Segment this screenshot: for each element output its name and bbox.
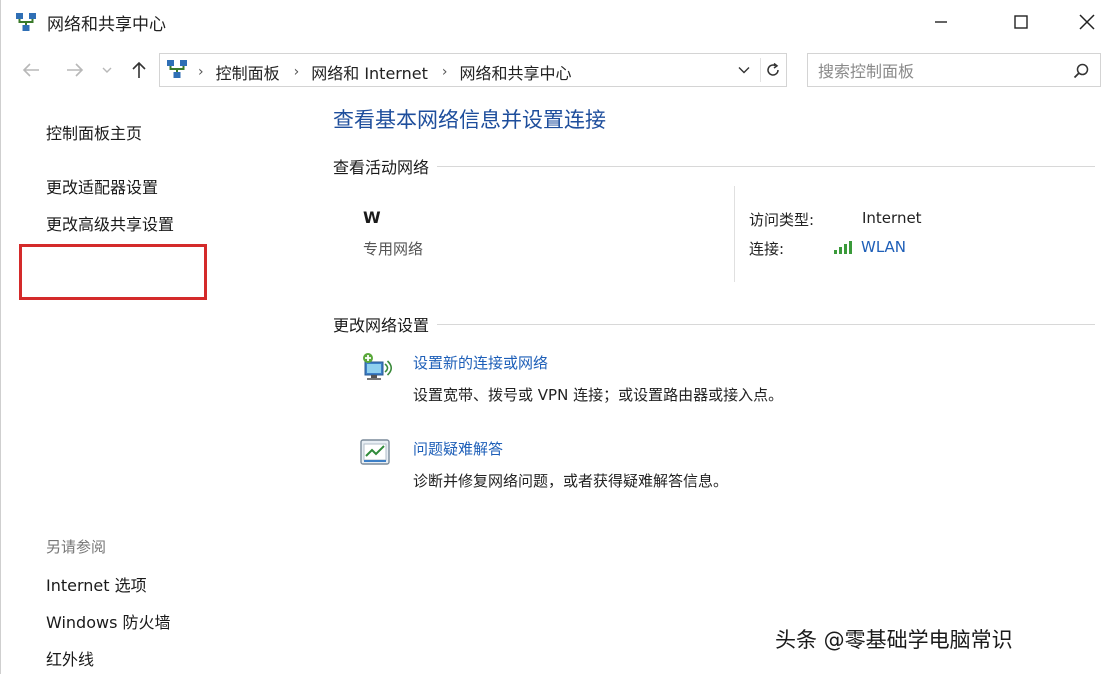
network-type[interactable]: 专用网络 [363, 238, 423, 259]
page-title: 查看基本网络信息并设置连接 [333, 108, 606, 132]
access-type-label: 访问类型: [749, 211, 815, 229]
watermark: 头条 @零基础学电脑常识 [775, 628, 1013, 652]
chevron-down-icon [102, 67, 112, 73]
control-panel-home-link[interactable]: 控制面板主页 [46, 120, 142, 144]
setup-new-connection-description: 设置宽带、拨号或 VPN 连接；或设置路由器或接入点。 [413, 386, 784, 404]
breadcrumb-network-internet[interactable]: 网络和 Internet [311, 60, 428, 84]
breadcrumb-chevron-icon[interactable]: › [198, 64, 204, 80]
close-icon [1079, 14, 1095, 30]
minimize-icon [935, 21, 947, 23]
refresh-icon [766, 62, 779, 76]
see-also-heading: 另请参阅 [46, 538, 107, 556]
breadcrumb-chevron-icon[interactable]: › [294, 64, 300, 80]
refresh-button[interactable] [760, 58, 784, 82]
infrared-link[interactable]: 红外线 [46, 646, 94, 670]
change-settings-heading: 更改网络设置 [333, 316, 430, 335]
search-input[interactable] [818, 60, 1058, 82]
setup-new-connection-link[interactable]: 设置新的连接或网络 [413, 352, 548, 373]
active-networks-section-heading: 查看活动网络 [333, 154, 1096, 178]
chevron-down-icon [738, 67, 750, 74]
left-pane: 控制面板主页 更改适配器设置 更改高级共享设置 另请参阅 Internet 选项… [1, 92, 311, 674]
title-bar: 网络和共享中心 [1, 0, 1108, 44]
wifi-signal-icon [834, 241, 852, 254]
forward-button[interactable] [61, 56, 89, 84]
maximize-icon [1014, 15, 1028, 29]
vertical-divider [734, 186, 735, 282]
troubleshoot-problems-description: 诊断并修复网络问题，或者获得疑难解答信息。 [413, 472, 729, 490]
network-icon [16, 13, 36, 31]
troubleshoot-problems-link[interactable]: 问题疑难解答 [413, 438, 503, 459]
forward-arrow-icon [67, 63, 84, 77]
wlan-connection-name[interactable]: WLAN [861, 238, 906, 256]
search-button[interactable] [1070, 60, 1092, 82]
change-adapter-settings-link[interactable]: 更改适配器设置 [46, 174, 158, 198]
change-settings-section-heading: 更改网络设置 [333, 312, 1096, 336]
change-advanced-sharing-link[interactable]: 更改高级共享设置 [46, 211, 174, 235]
new-connection-icon [363, 353, 393, 380]
network-icon [167, 60, 187, 78]
access-type-value: Internet [862, 209, 922, 227]
section-divider [437, 165, 1096, 167]
up-arrow-icon [132, 61, 146, 78]
navigation-bar: › 控制面板 › 网络和 Internet › 网络和共享中心 [1, 48, 1108, 92]
back-arrow-icon [22, 63, 39, 77]
connections-label: 连接: [749, 240, 785, 258]
address-history-button[interactable] [732, 58, 756, 82]
breadcrumb-network-sharing-center[interactable]: 网络和共享中心 [459, 60, 571, 84]
main-content: 查看基本网络信息并设置连接 查看活动网络 W 专用网络 访问类型: Intern… [333, 92, 1108, 674]
breadcrumb: › 控制面板 › 网络和 Internet › 网络和共享中心 [198, 60, 585, 84]
network-name: W [363, 208, 381, 227]
wlan-connection-link[interactable]: WLAN [833, 238, 906, 256]
search-icon [1073, 63, 1089, 79]
windows-firewall-link[interactable]: Windows 防火墙 [46, 609, 171, 633]
breadcrumb-control-panel[interactable]: 控制面板 [216, 60, 280, 84]
internet-options-link[interactable]: Internet 选项 [46, 572, 147, 596]
minimize-button[interactable] [907, 0, 975, 44]
address-bar[interactable]: › 控制面板 › 网络和 Internet › 网络和共享中心 [159, 53, 787, 87]
network-sharing-center-window: 网络和共享中心 › 控制面板 › 网络和 Internet › 网络和共享中心 … [0, 0, 1108, 674]
maximize-button[interactable] [987, 0, 1055, 44]
window-title: 网络和共享中心 [47, 15, 166, 35]
troubleshoot-icon [360, 439, 390, 465]
breadcrumb-chevron-icon[interactable]: › [442, 64, 448, 80]
back-button[interactable] [17, 56, 45, 84]
highlight-annotation [19, 244, 207, 300]
active-networks-heading: 查看活动网络 [333, 158, 430, 177]
up-button[interactable] [125, 56, 153, 84]
recent-locations-button[interactable] [97, 56, 117, 84]
close-button[interactable] [1053, 0, 1108, 44]
search-box [807, 53, 1101, 87]
section-divider [437, 323, 1096, 325]
